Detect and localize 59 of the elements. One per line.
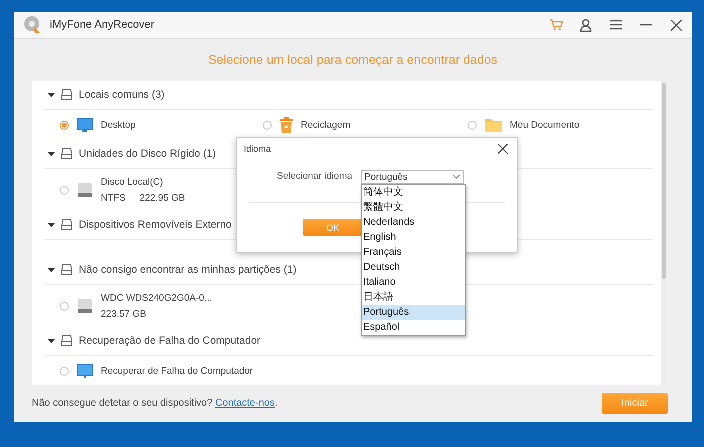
file-system: NTFS — [101, 192, 126, 204]
close-icon[interactable] — [668, 17, 684, 33]
language-option[interactable]: Español — [362, 320, 465, 335]
help-text: Não consegue detetar o seu dispositivo? Contacte-nos. — [32, 398, 278, 409]
chevron-icon — [452, 175, 460, 179]
language-option[interactable]: Français — [362, 245, 465, 260]
language-option[interactable]: 简体中文 — [362, 185, 465, 200]
drive-size: 223.57 GB — [101, 308, 146, 320]
page-heading: Selecione um local para começar a encontrar dados — [208, 53, 498, 67]
field-label: Selecionar idioma — [277, 170, 353, 184]
radio-button[interactable] — [60, 120, 69, 130]
section-heading: Recuperação de Falha do Computador — [79, 335, 261, 347]
drive-icon — [61, 335, 73, 347]
section-heading: Unidades do Disco Rígido (1) — [79, 148, 216, 160]
monitor-icon — [77, 118, 93, 132]
caret-icon[interactable] — [48, 222, 55, 228]
caret-icon[interactable] — [48, 266, 55, 274]
language-option[interactable]: English — [362, 230, 465, 245]
caret-icon[interactable] — [48, 150, 55, 158]
location-name: Desktop — [101, 120, 136, 130]
drive-name: Disco Local(C) — [101, 176, 164, 188]
language-option[interactable]: 日本語 — [362, 290, 465, 305]
drive-icon — [61, 148, 73, 160]
close-icon[interactable] — [495, 141, 511, 157]
caret-icon[interactable] — [48, 338, 55, 344]
language-option[interactable]: Nederlands — [362, 215, 465, 230]
drive-name: WDC WDS240G2G0A-0... — [101, 292, 212, 304]
location-name: Meu Documento — [510, 120, 580, 130]
dialog-title: Idioma — [244, 144, 272, 154]
location-name: Recuperar de Falha do Computador — [101, 366, 254, 376]
folder-icon — [485, 118, 502, 132]
caret-icon[interactable] — [48, 92, 55, 98]
location-name: Reciclagem — [301, 120, 351, 130]
scrollbar-thumb[interactable] — [662, 83, 666, 279]
monitor-icon — [77, 364, 93, 378]
radio-button[interactable] — [60, 302, 69, 310]
app-logo-icon — [24, 16, 42, 34]
section-heading: Não consigo encontrar as minhas partições (1) — [79, 264, 297, 276]
hard-drive-icon — [77, 182, 93, 198]
drive-size: 222.95 GB — [140, 192, 186, 204]
section-heading: Locais comuns (3) — [79, 89, 165, 101]
section-heading: Dispositivos Removíveis Externo — [79, 219, 232, 231]
radio-button[interactable] — [60, 366, 69, 376]
radio-button[interactable] — [60, 186, 69, 194]
drive-icon — [61, 89, 73, 101]
window-title: iMyFone AnyRecover — [50, 19, 156, 31]
language-option[interactable]: Italiano — [362, 275, 465, 290]
contact-link[interactable]: Contacte-nos — [215, 398, 275, 409]
radio-button[interactable] — [468, 120, 477, 130]
hard-drive-icon — [77, 298, 93, 314]
drive-icon — [61, 219, 73, 231]
language-option[interactable]: 繁體中文 — [362, 200, 465, 215]
trash-icon — [280, 117, 293, 133]
language-select[interactable]: Português — [360, 170, 464, 184]
drive-icon — [61, 264, 73, 276]
user-icon[interactable] — [578, 17, 594, 33]
language-option[interactable]: Português — [362, 305, 465, 320]
radio-button[interactable] — [263, 120, 272, 130]
language-option[interactable]: Deutsch — [362, 260, 465, 275]
